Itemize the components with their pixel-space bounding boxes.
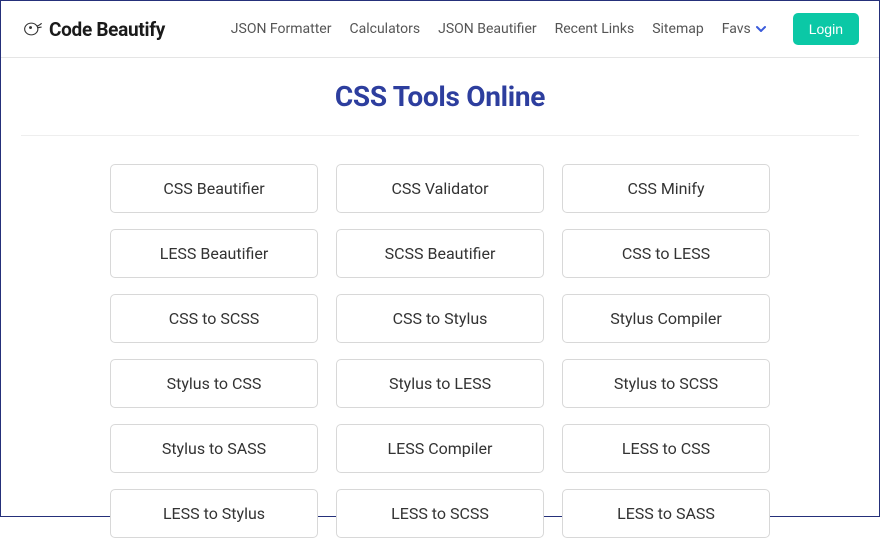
logo-text: Code Beautify — [49, 18, 165, 41]
tool-less-to-css[interactable]: LESS to CSS — [562, 424, 770, 473]
page-title: CSS Tools Online — [21, 80, 859, 113]
chevron-down-icon — [755, 23, 767, 35]
login-button[interactable]: Login — [793, 13, 859, 45]
tool-less-to-scss[interactable]: LESS to SCSS — [336, 489, 544, 538]
tool-css-to-less[interactable]: CSS to LESS — [562, 229, 770, 278]
nav-favs[interactable]: Favs — [722, 21, 767, 37]
nav-calculators[interactable]: Calculators — [349, 21, 420, 37]
tool-css-minify[interactable]: CSS Minify — [562, 164, 770, 213]
nav: JSON Formatter Calculators JSON Beautifi… — [205, 13, 859, 45]
nav-sitemap[interactable]: Sitemap — [652, 21, 703, 37]
tool-stylus-to-css[interactable]: Stylus to CSS — [110, 359, 318, 408]
tool-stylus-to-sass[interactable]: Stylus to SASS — [110, 424, 318, 473]
tool-less-to-stylus[interactable]: LESS to Stylus — [110, 489, 318, 538]
tool-less-compiler[interactable]: LESS Compiler — [336, 424, 544, 473]
tool-less-to-sass[interactable]: LESS to SASS — [562, 489, 770, 538]
header: Code Beautify JSON Formatter Calculators… — [1, 1, 879, 58]
tools-grid: CSS Beautifier CSS Validator CSS Minify … — [100, 164, 780, 538]
divider — [21, 135, 859, 136]
tool-css-to-scss[interactable]: CSS to SCSS — [110, 294, 318, 343]
tool-css-to-stylus[interactable]: CSS to Stylus — [336, 294, 544, 343]
logo-icon — [21, 19, 43, 39]
nav-recent-links[interactable]: Recent Links — [555, 21, 635, 37]
tool-scss-beautifier[interactable]: SCSS Beautifier — [336, 229, 544, 278]
nav-json-beautifier[interactable]: JSON Beautifier — [438, 21, 537, 37]
logo[interactable]: Code Beautify — [21, 18, 165, 41]
tool-stylus-compiler[interactable]: Stylus Compiler — [562, 294, 770, 343]
tool-stylus-to-less[interactable]: Stylus to LESS — [336, 359, 544, 408]
nav-json-formatter[interactable]: JSON Formatter — [231, 21, 332, 37]
favs-label: Favs — [722, 21, 751, 37]
tool-less-beautifier[interactable]: LESS Beautifier — [110, 229, 318, 278]
tool-css-beautifier[interactable]: CSS Beautifier — [110, 164, 318, 213]
tool-stylus-to-scss[interactable]: Stylus to SCSS — [562, 359, 770, 408]
main: CSS Tools Online CSS Beautifier CSS Vali… — [1, 58, 879, 538]
tool-css-validator[interactable]: CSS Validator — [336, 164, 544, 213]
